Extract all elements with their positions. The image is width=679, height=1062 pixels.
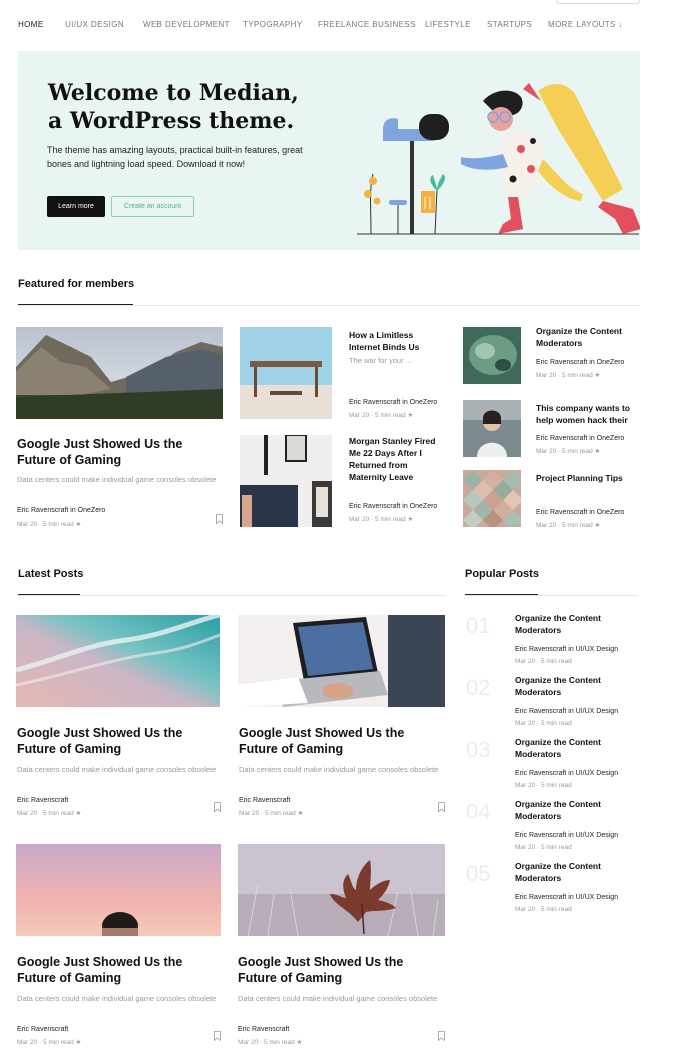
popular-heading: Popular Posts [465,568,539,580]
popular-meta-3: Mar 20 · 5 min read [515,782,572,789]
latest-heading: Latest Posts [18,568,84,580]
popular-divider [465,595,638,596]
popular-number-3: 03 [466,737,491,762]
featured-middle-title-2[interactable]: Morgan Stanley Fired Me 22 Days After I … [349,435,444,483]
popular-meta-1: Mar 20 · 5 min read [515,658,572,665]
featured-right-image-2[interactable] [463,400,521,457]
popular-author-2[interactable]: Eric Ravenscraft in UI/UX Design [515,708,618,715]
latest-author-3[interactable]: Eric Ravenscraft [17,1026,68,1033]
latest-image-3[interactable] [16,844,221,936]
latest-author-1[interactable]: Eric Ravenscraft [17,797,68,804]
latest-title-1[interactable]: Google Just Showed Us the Future of Gami… [17,725,222,757]
hero-banner: Welcome to Median, a WordPress theme. Th… [18,51,640,250]
nav-web-development[interactable]: WEB DEVELOPMENT [143,20,230,29]
popular-meta-4: Mar 20 · 5 min read [515,844,572,851]
bookmark-icon[interactable] [214,802,221,812]
latest-meta-2: Mar 20 · 5 min read ★ [239,810,304,817]
popular-author-3[interactable]: Eric Ravenscraft in UI/UX Design [515,770,618,777]
featured-right-author-3[interactable]: Eric Ravenscraft in OneZero [536,509,624,516]
popular-underline [465,594,538,595]
popular-title-4[interactable]: Organize the Content Moderators [515,798,625,822]
nav-more-layouts[interactable]: MORE LAYOUTS ↓ [548,20,623,29]
featured-main-image[interactable] [16,327,223,419]
featured-middle-author-2[interactable]: Eric Ravenscraft in OneZero [349,503,437,510]
featured-right-meta-1: Mar 20 · 5 min read ★ [536,372,601,379]
nav-uiux-design[interactable]: UI/UX DESIGN [65,20,124,29]
latest-excerpt-1: Data centers could make individual game … [17,765,217,774]
featured-heading: Featured for members [18,278,135,290]
create-account-button[interactable]: Create an account [111,196,194,217]
featured-middle-image-2[interactable] [240,435,332,527]
featured-middle-meta-1: Mar 20 · 5 min read ★ [349,412,414,419]
hero-title-line1: Welcome to Median, [48,80,299,106]
latest-meta-3: Mar 20 · 5 min read ★ [17,1039,82,1046]
featured-middle-author-1[interactable]: Eric Ravenscraft in OneZero [349,399,437,406]
latest-meta-1: Mar 20 · 5 min read ★ [17,810,82,817]
nav-freelance-business[interactable]: FREELANCE BUSINESS [318,20,416,29]
nav-typography[interactable]: TYPOGRAPHY [243,20,303,29]
latest-underline [18,594,80,595]
popular-author-4[interactable]: Eric Ravenscraft in UI/UX Design [515,832,618,839]
popular-number-1: 01 [466,613,491,638]
latest-image-2[interactable] [238,615,445,707]
hero-title-line2: a WordPress theme. [48,108,295,134]
latest-author-2[interactable]: Eric Ravenscraft [239,797,290,804]
latest-image-1[interactable] [16,615,220,707]
popular-title-5[interactable]: Organize the Content Moderators [515,860,625,884]
popular-author-1[interactable]: Eric Ravenscraft in UI/UX Design [515,646,618,653]
latest-author-4[interactable]: Eric Ravenscraft [238,1026,289,1033]
featured-middle-excerpt-1: The war for your ... [349,356,412,365]
featured-main-meta: Mar 20 · 5 min read ★ [17,521,82,528]
popular-author-5[interactable]: Eric Ravenscraft in UI/UX Design [515,894,618,901]
latest-excerpt-3: Data centers could make individual game … [17,994,217,1003]
featured-main-author[interactable]: Eric Ravenscraft in OneZero [17,507,105,514]
hero-illustration [357,83,640,235]
latest-title-2[interactable]: Google Just Showed Us the Future of Gami… [239,725,446,757]
popular-title-3[interactable]: Organize the Content Moderators [515,736,625,760]
featured-right-author-1[interactable]: Eric Ravenscraft in OneZero [536,359,624,366]
featured-right-image-1[interactable] [463,327,521,384]
nav-lifestyle[interactable]: LIFESTYLE [425,20,471,29]
latest-image-4[interactable] [238,844,445,936]
featured-right-meta-2: Mar 20 · 5 min read ★ [536,448,601,455]
latest-excerpt-2: Data centers could make individual game … [239,765,439,774]
popular-number-2: 02 [466,675,491,700]
featured-middle-image-1[interactable] [240,327,332,419]
nav-home[interactable]: HOME [18,20,44,29]
hero-title: Welcome to Median, a WordPress theme. [48,79,299,135]
featured-right-meta-3: Mar 20 · 5 min read ★ [536,522,601,529]
top-cta-edge[interactable] [556,0,640,4]
featured-right-title-1[interactable]: Organize the Content Moderators [536,325,636,349]
nav-startups[interactable]: STARTUPS [487,20,532,29]
hero-text: The theme has amazing layouts, practical… [47,145,303,169]
popular-meta-2: Mar 20 · 5 min read [515,720,572,727]
featured-right-title-2[interactable]: This company wants to help women hack th… [536,402,636,426]
featured-divider [18,305,640,306]
featured-middle-meta-2: Mar 20 · 5 min read ★ [349,516,414,523]
latest-meta-4: Mar 20 · 5 min read ★ [238,1039,303,1046]
latest-title-4[interactable]: Google Just Showed Us the Future of Gami… [238,954,445,986]
popular-number-4: 04 [466,799,491,824]
popular-number-5: 05 [466,861,491,886]
popular-title-1[interactable]: Organize the Content Moderators [515,612,625,636]
featured-main-title[interactable]: Google Just Showed Us the Future of Gami… [17,436,222,468]
popular-meta-5: Mar 20 · 5 min read [515,906,572,913]
latest-divider [18,595,446,596]
popular-title-2[interactable]: Organize the Content Moderators [515,674,625,698]
featured-right-title-3[interactable]: Project Planning Tips [536,472,636,484]
featured-right-image-3[interactable] [463,470,521,527]
bookmark-icon[interactable] [216,514,223,524]
main-nav: HOME UI/UX DESIGN WEB DEVELOPMENT TYPOGR… [18,20,640,34]
latest-excerpt-4: Data centers could make individual game … [238,994,438,1003]
latest-title-3[interactable]: Google Just Showed Us the Future of Gami… [17,954,222,986]
featured-right-author-2[interactable]: Eric Ravenscraft in OneZero [536,435,624,442]
learn-more-button[interactable]: Learn more [47,196,105,217]
bookmark-icon[interactable] [438,802,445,812]
featured-main-excerpt: Data centers could make individual game … [17,475,217,484]
featured-underline [18,304,133,305]
bookmark-icon[interactable] [214,1031,221,1041]
bookmark-icon[interactable] [438,1031,445,1041]
featured-middle-title-1[interactable]: How a Limitless Internet Binds Us [349,329,439,353]
